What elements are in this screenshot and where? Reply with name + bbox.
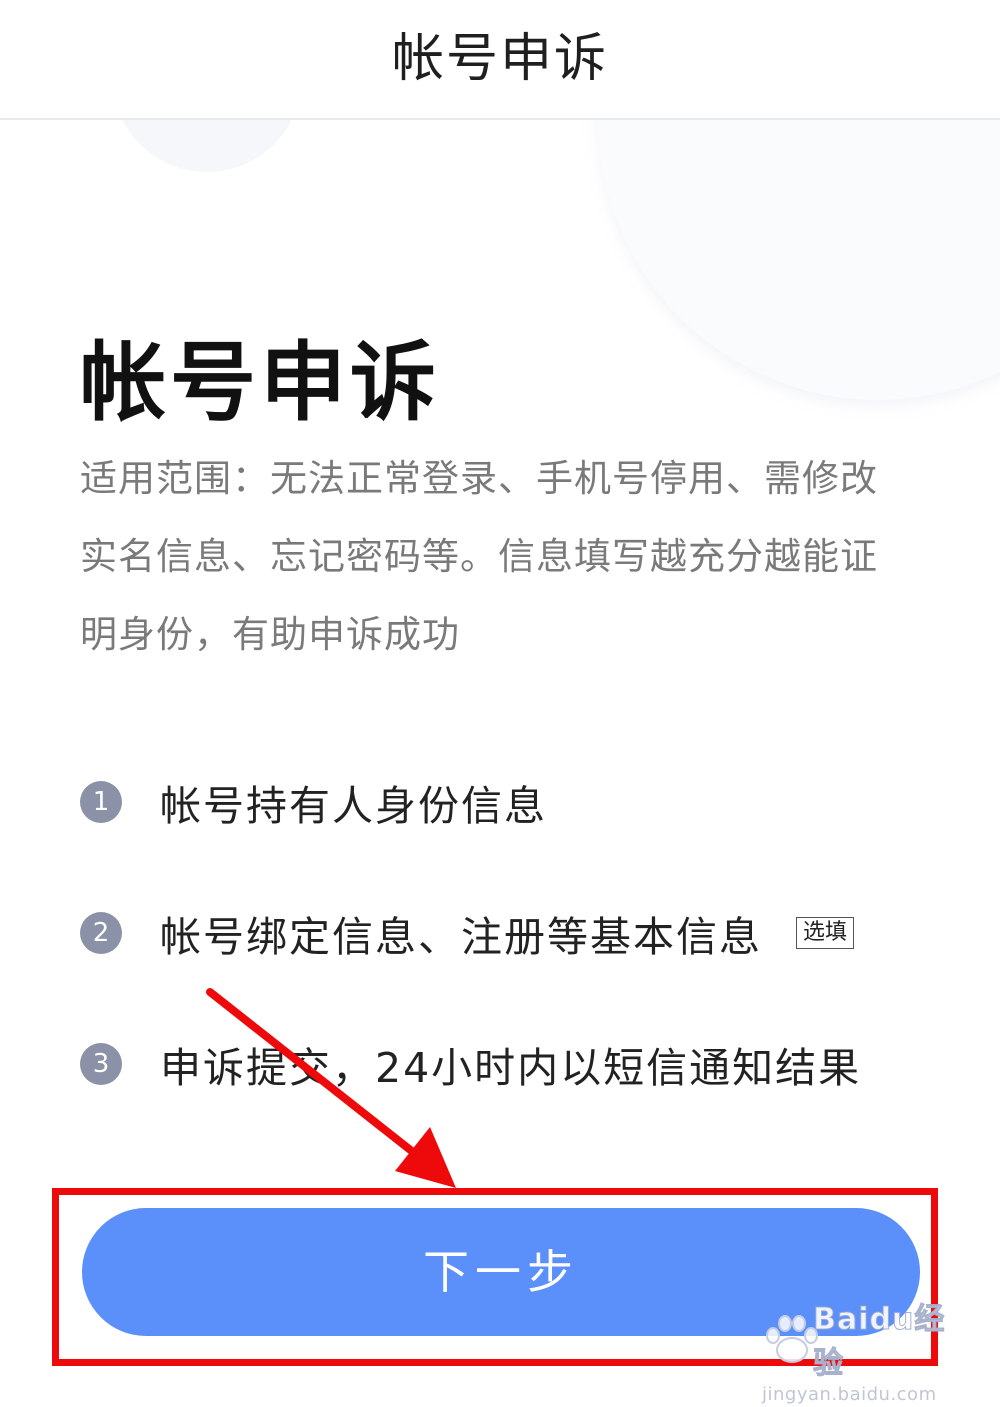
step-number-badge: 3 <box>80 1043 122 1085</box>
next-step-button[interactable]: 下一步 <box>82 1208 920 1336</box>
arrow-icon <box>206 988 456 1188</box>
step-item-1: 1 帐号持有人身份信息 <box>80 772 547 832</box>
header-title: 帐号申诉 <box>391 29 608 89</box>
step-label: 帐号持有人身份信息 <box>160 782 547 830</box>
account-appeal-page: 帐号申诉 帐号申诉 适用范围：无法正常登录、手机号停用、需修改实名信息、忘记密码… <box>0 0 1000 1407</box>
step-number-badge: 1 <box>80 781 122 823</box>
optional-tag: 选填 <box>796 917 855 949</box>
top-bar: 帐号申诉 <box>0 0 1000 120</box>
watermark-url: jingyan.baidu.com <box>762 1384 937 1405</box>
page-title: 帐号申诉 <box>80 333 440 433</box>
scope-description: 适用范围：无法正常登录、手机号停用、需修改实名信息、忘记密码等。信息填写越充分越… <box>80 457 878 656</box>
step-number-badge: 2 <box>80 912 122 954</box>
step-item-3: 3 申诉提交，24小时内以短信通知结果 <box>80 1034 861 1094</box>
step-label: 帐号绑定信息、注册等基本信息 <box>160 913 762 961</box>
step-label: 申诉提交，24小时内以短信通知结果 <box>160 1044 862 1092</box>
step-item-2: 2 帐号绑定信息、注册等基本信息 选填 <box>80 903 855 963</box>
